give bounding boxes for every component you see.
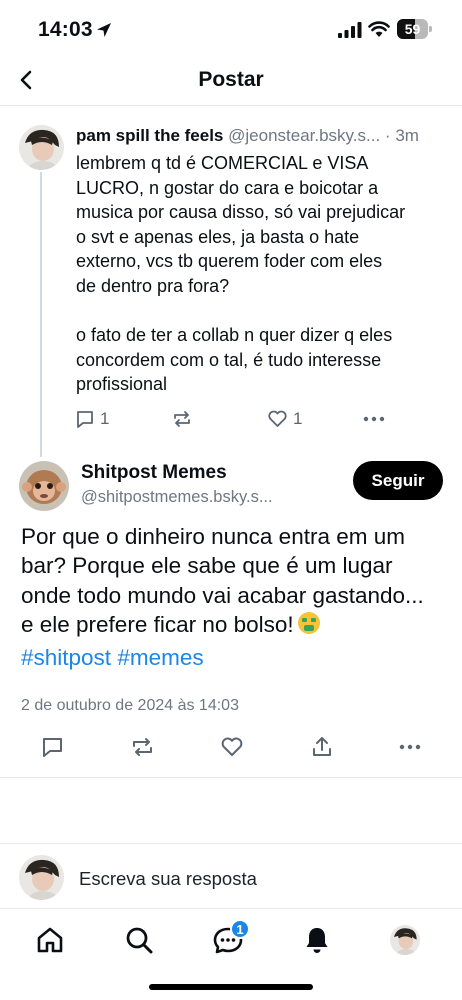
nav-profile[interactable] xyxy=(383,918,427,962)
main-author-avatar[interactable] xyxy=(19,461,69,511)
share-icon xyxy=(313,737,331,756)
reply-count: 1 xyxy=(100,409,110,428)
profile-avatar xyxy=(390,925,420,955)
bell-icon xyxy=(306,928,328,953)
like-button[interactable]: 1 xyxy=(267,409,302,429)
post-date: 2 de outubro de 2024 às 14:03 xyxy=(21,697,239,714)
current-user-avatar xyxy=(19,855,64,900)
main-post-text: Por que o dinheiro nunca entra em um bar… xyxy=(21,522,451,672)
main-repost-button[interactable] xyxy=(130,736,155,758)
divider xyxy=(0,908,462,909)
location-arrow-icon xyxy=(97,23,111,37)
parent-post-time: 3m xyxy=(395,126,419,145)
parent-post-text: lembrem q td é COMERCIAL e VISA LUCRO, n… xyxy=(76,153,406,395)
header: Postar xyxy=(0,56,462,106)
main-reply-button[interactable] xyxy=(41,736,64,758)
battery-icon: 59 xyxy=(397,19,433,39)
repost-button[interactable] xyxy=(171,409,193,429)
wifi-icon xyxy=(368,21,390,37)
repost-icon xyxy=(133,738,152,756)
money-mouth-emoji-icon xyxy=(297,611,321,642)
reply-icon xyxy=(77,411,93,428)
nav-notifications[interactable] xyxy=(295,918,339,962)
nav-home[interactable] xyxy=(28,918,72,962)
parent-author-handle[interactable]: @jeonstear.bsky.s... xyxy=(228,126,380,145)
status-time: 14:03 xyxy=(38,18,93,41)
nav-search[interactable] xyxy=(117,918,161,962)
page-title: Postar xyxy=(198,68,264,91)
reply-input[interactable]: Escreva sua resposta xyxy=(79,868,257,890)
separator-dot: · xyxy=(384,126,391,145)
divider xyxy=(0,777,462,778)
follow-button[interactable]: Seguir xyxy=(353,461,443,500)
hashtag-memes[interactable]: #memes xyxy=(117,645,203,670)
battery-level: 59 xyxy=(404,21,421,37)
thread-line xyxy=(40,172,42,457)
like-count: 1 xyxy=(293,409,303,428)
repost-icon xyxy=(174,411,190,427)
divider xyxy=(0,843,462,844)
share-button[interactable] xyxy=(311,735,333,759)
main-author-handle[interactable]: @shitpostmemes.bsky.s... xyxy=(81,488,273,507)
main-post-body: Por que o dinheiro nunca entra em um bar… xyxy=(21,524,424,638)
chat-badge: 1 xyxy=(230,919,250,939)
more-icon xyxy=(399,744,421,750)
main-more-options-button[interactable] xyxy=(398,736,422,758)
signal-icon xyxy=(338,22,362,38)
parent-post-header: pam spill the feels @jeonstear.bsky.s...… xyxy=(76,126,456,146)
hashtag-shitpost[interactable]: #shitpost xyxy=(21,645,111,670)
more-options-button[interactable] xyxy=(362,409,386,429)
reply-icon xyxy=(43,738,62,757)
main-author-name[interactable]: Shitpost Memes xyxy=(81,462,227,484)
parent-author-avatar[interactable] xyxy=(19,125,64,170)
search-icon xyxy=(126,927,153,954)
heart-icon xyxy=(268,410,287,427)
main-like-button[interactable] xyxy=(220,736,244,758)
heart-icon xyxy=(221,737,243,756)
reply-button[interactable]: 1 xyxy=(75,409,109,429)
home-icon xyxy=(37,927,63,953)
status-bar: 14:03 59 xyxy=(0,0,462,56)
parent-author-name[interactable]: pam spill the feels xyxy=(76,126,223,145)
home-indicator xyxy=(149,984,313,990)
more-icon xyxy=(363,416,385,422)
